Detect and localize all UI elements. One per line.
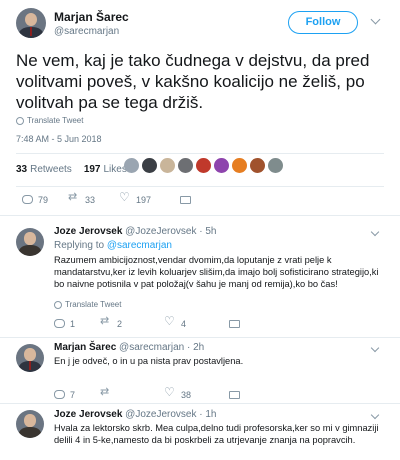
liker-avatar[interactable] <box>178 158 193 173</box>
avatar[interactable] <box>16 344 44 372</box>
tweet-text: Hvala za lektorsko skrb. Mea culpa,delno… <box>54 423 379 445</box>
globe-icon <box>16 116 24 125</box>
author-handle[interactable]: @JozeJerovsek · 1h <box>125 409 216 420</box>
retweet-button[interactable] <box>100 385 165 400</box>
avatar[interactable] <box>16 8 46 38</box>
divider <box>16 186 384 187</box>
divider <box>0 337 400 338</box>
liker-avatar[interactable] <box>268 158 283 173</box>
liker-avatar[interactable] <box>124 158 139 173</box>
like-button[interactable]: 38 <box>164 385 229 400</box>
likers-avatars <box>124 158 283 173</box>
chevron-down-icon[interactable] <box>370 14 381 25</box>
author-handle[interactable]: @sarecmarjan <box>54 26 119 37</box>
author-name[interactable]: Joze Jerovsek <box>54 409 122 420</box>
globe-icon <box>54 300 62 309</box>
liker-avatar[interactable] <box>160 158 175 173</box>
reply-button[interactable]: 7 <box>54 390 101 400</box>
heart-icon <box>164 314 176 329</box>
chevron-down-icon[interactable] <box>370 410 380 420</box>
translate-tweet-link[interactable]: Translate Tweet <box>16 116 83 125</box>
main-actions: 79 33 197 <box>22 190 191 205</box>
retweet-icon <box>68 190 80 205</box>
reply-actions: 1 2 4 <box>54 314 240 329</box>
mention-link[interactable]: @sarecmarjan <box>107 240 172 251</box>
envelope-icon <box>229 390 240 399</box>
heart-icon <box>119 190 131 205</box>
tweet-text: En j je odveč, o in u pa nista prav post… <box>54 356 244 366</box>
divider <box>0 215 400 216</box>
reply-button[interactable]: 79 <box>22 195 69 205</box>
reply-header: Joze Jerovsek @JozeJerovsek · 1h <box>54 409 216 420</box>
author-handle[interactable]: @JozeJerovsek · 5h <box>125 226 216 237</box>
retweet-button[interactable]: 2 <box>100 314 165 329</box>
liker-avatar[interactable] <box>250 158 265 173</box>
reply-button[interactable]: 1 <box>54 319 101 329</box>
heart-icon <box>164 385 176 400</box>
direct-message-button[interactable] <box>229 319 240 328</box>
reply-icon <box>54 319 65 328</box>
tweet-text: Razumem ambicijoznost,vendar dvomim,da l… <box>54 255 379 289</box>
tweet-text: Ne vem, kaj je tako čudnega v dejstvu, d… <box>16 51 370 112</box>
direct-message-button[interactable] <box>229 390 240 399</box>
liker-avatar[interactable] <box>142 158 157 173</box>
reply-header: Marjan Šarec @sarecmarjan · 2h <box>54 342 204 353</box>
like-button[interactable]: 4 <box>164 314 229 329</box>
retweet-button[interactable]: 33 <box>68 190 120 205</box>
tweet-timestamp[interactable]: 7:48 AM - 5 Jun 2018 <box>16 134 102 144</box>
retweet-icon <box>100 314 112 329</box>
retweet-icon <box>100 385 112 400</box>
like-button[interactable]: 197 <box>119 190 180 205</box>
envelope-icon <box>180 195 191 204</box>
direct-message-button[interactable] <box>180 195 191 204</box>
liker-avatar[interactable] <box>232 158 247 173</box>
author-name[interactable]: Marjan Šarec <box>54 10 129 24</box>
author-handle[interactable]: @sarecmarjan · 2h <box>119 342 204 353</box>
reply-icon <box>22 195 33 204</box>
avatar[interactable] <box>16 410 44 438</box>
liker-avatar[interactable] <box>214 158 229 173</box>
envelope-icon <box>229 319 240 328</box>
translate-label: Translate Tweet <box>27 116 84 125</box>
follow-button[interactable]: Follow <box>288 11 358 34</box>
author-name[interactable]: Joze Jerovsek <box>54 226 122 237</box>
retweets-stat[interactable]: 33 Retweets <box>16 164 72 175</box>
reply-actions: 7 38 <box>54 385 240 400</box>
chevron-down-icon[interactable] <box>370 343 380 353</box>
divider <box>0 403 400 404</box>
liker-avatar[interactable] <box>196 158 211 173</box>
tweet-stats: 33 Retweets 197 Likes <box>16 157 127 181</box>
reply-header: Joze Jerovsek @JozeJerovsek · 5h <box>54 226 216 237</box>
replying-to: Replying to @sarecmarjan <box>54 240 172 251</box>
chevron-down-icon[interactable] <box>370 227 380 237</box>
avatar[interactable] <box>16 228 44 256</box>
divider <box>16 153 384 154</box>
likes-stat[interactable]: 197 Likes <box>84 164 127 175</box>
translate-tweet-link[interactable]: Translate Tweet <box>54 300 121 309</box>
reply-icon <box>54 390 65 399</box>
author-name[interactable]: Marjan Šarec <box>54 342 116 353</box>
